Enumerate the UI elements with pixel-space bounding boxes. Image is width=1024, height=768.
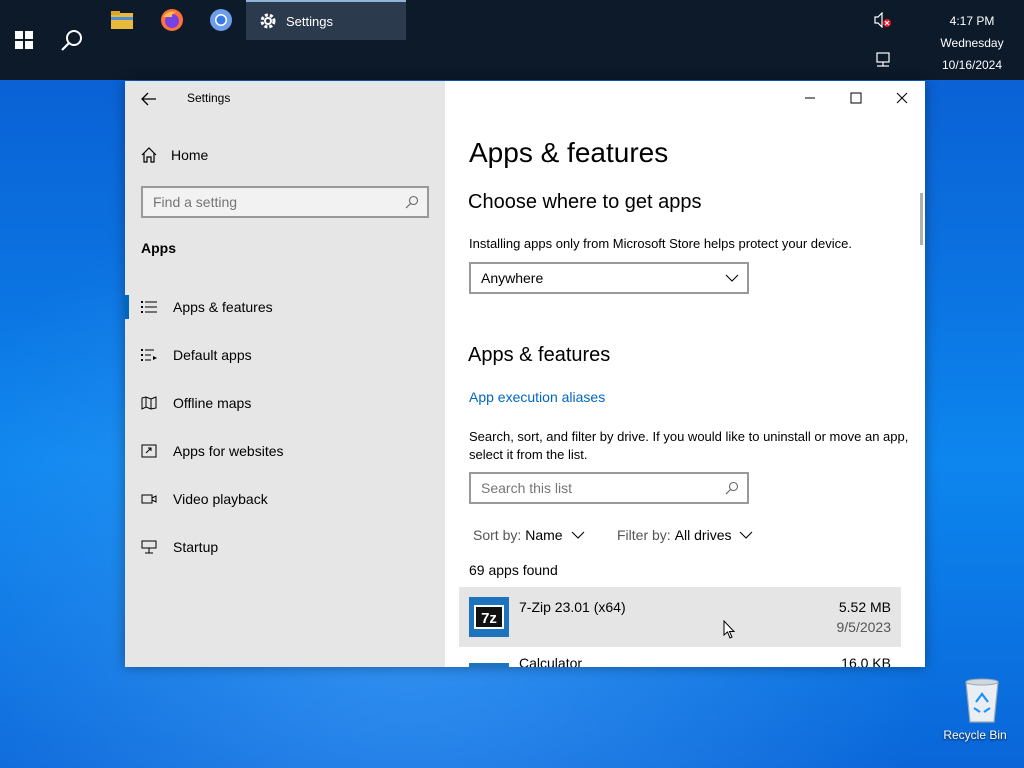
back-arrow-icon [141, 92, 156, 106]
app-list-item[interactable]: Calculator 16.0 KB [459, 653, 901, 667]
sort-by-value: Name [525, 527, 563, 543]
nav-section-apps: Apps [141, 240, 176, 256]
close-button[interactable] [879, 81, 925, 115]
taskbar-clock[interactable]: 4:17 PM Wednesday 10/16/2024 [932, 10, 1012, 76]
app-name: Calculator [519, 655, 583, 667]
start-button[interactable] [0, 20, 48, 60]
app-execution-aliases-link[interactable]: App execution aliases [469, 389, 605, 405]
nav-list: Apps & features Default apps Offline map… [125, 283, 445, 571]
open-link-icon [141, 444, 157, 458]
chromium-icon [210, 9, 232, 31]
search-list-box [469, 472, 749, 504]
app-size: 16.0 KB [841, 655, 891, 667]
sort-by-control[interactable]: Sort by: Name [473, 527, 585, 543]
home-icon [141, 147, 157, 163]
app-list-item[interactable]: 7z 7-Zip 23.01 (x64) 5.52 MB 9/5/2023 [459, 587, 901, 647]
nav-home[interactable]: Home [141, 143, 208, 167]
search-list-input[interactable] [481, 480, 711, 496]
nav-item-default-apps[interactable]: Default apps [125, 331, 445, 379]
window-controls [787, 81, 925, 115]
app-source-dropdown[interactable]: Anywhere [469, 262, 749, 294]
back-button[interactable] [135, 87, 163, 111]
find-setting-box [141, 186, 429, 218]
nav-item-label: Offline maps [173, 395, 252, 411]
chromium-button[interactable] [197, 0, 245, 40]
search-icon [61, 30, 82, 51]
nav-item-label: Apps for websites [173, 443, 284, 459]
nav-item-offline-maps[interactable]: Offline maps [125, 379, 445, 427]
svg-text:7z: 7z [481, 610, 497, 627]
clock-day: Wednesday [940, 36, 1004, 50]
firefox-icon [161, 9, 183, 31]
filter-by-control[interactable]: Filter by: All drives [617, 527, 753, 543]
taskbar-search-button[interactable] [48, 20, 96, 60]
volume-muted-icon [874, 11, 891, 29]
file-explorer-button[interactable] [98, 0, 146, 40]
maximize-icon [850, 92, 862, 104]
nav-item-label: Default apps [173, 347, 252, 363]
volume-muted-button[interactable] [874, 11, 892, 33]
search-icon [405, 195, 419, 209]
seven-zip-icon: 7z [469, 597, 509, 637]
app-date: 9/5/2023 [836, 619, 892, 635]
recycle-bin-desktop-icon[interactable]: Recycle Bin [940, 676, 1010, 746]
app-size: 5.52 MB [838, 599, 891, 615]
network-icon [876, 52, 890, 67]
network-button[interactable] [874, 52, 892, 73]
nav-item-apps-features[interactable]: Apps & features [125, 283, 445, 331]
maximize-button[interactable] [833, 81, 879, 115]
map-icon [141, 396, 157, 410]
minimize-button[interactable] [787, 81, 833, 115]
close-icon [896, 92, 908, 104]
filter-by-label: Filter by: [617, 527, 671, 543]
nav-item-label: Apps & features [173, 299, 273, 315]
recycle-bin-label: Recycle Bin [943, 728, 1007, 742]
chevron-down-icon [740, 531, 753, 539]
minimize-icon [805, 97, 815, 99]
apps-features-heading: Apps & features [468, 344, 611, 366]
search-icon [725, 481, 739, 495]
filter-by-value: All drives [674, 527, 732, 543]
clock-date: 10/16/2024 [941, 58, 1003, 72]
system-tray: 4:17 PM Wednesday 10/16/2024 [874, 0, 1024, 80]
default-list-icon [141, 349, 157, 361]
dropdown-value: Anywhere [481, 270, 544, 286]
calculator-icon [469, 663, 509, 667]
firefox-button[interactable] [148, 0, 196, 40]
nav-item-apps-websites[interactable]: Apps for websites [125, 427, 445, 475]
mouse-cursor-icon [723, 620, 736, 639]
settings-nav-pane: Settings Home Apps Apps & feature [125, 81, 445, 667]
nav-item-startup[interactable]: Startup [125, 523, 445, 571]
choose-where-heading: Choose where to get apps [468, 191, 702, 213]
search-description: Search, sort, and filter by drive. If yo… [469, 429, 909, 462]
chevron-down-icon [571, 531, 584, 539]
video-icon [141, 494, 157, 504]
find-setting-input[interactable] [153, 194, 393, 210]
page-title: Apps & features [469, 137, 669, 168]
settings-content-pane: Apps & features Choose where to get apps… [445, 81, 925, 667]
sort-by-label: Sort by: [473, 527, 522, 543]
taskbar: Settings 4:17 PM Wednesday 10/16/2024 [0, 0, 1024, 80]
startup-icon [141, 540, 157, 554]
gear-icon [260, 13, 276, 29]
window-title: Settings [187, 91, 231, 105]
settings-window: Settings Home Apps Apps & feature [125, 81, 925, 667]
nav-item-label: Video playback [173, 491, 268, 507]
nav-item-video-playback[interactable]: Video playback [125, 475, 445, 523]
folder-icon [111, 11, 133, 29]
settings-taskbar-button[interactable]: Settings [246, 0, 406, 40]
windows-logo-icon [15, 31, 33, 49]
app-name: 7-Zip 23.01 (x64) [519, 599, 626, 615]
clock-time: 4:17 PM [949, 14, 995, 28]
content-scrollbar[interactable] [920, 193, 923, 245]
nav-home-label: Home [171, 147, 209, 163]
choose-where-description: Installing apps only from Microsoft Stor… [469, 236, 852, 251]
list-icon [141, 301, 157, 313]
recycle-bin-icon [964, 678, 999, 723]
chevron-down-icon [725, 274, 739, 282]
apps-count: 69 apps found [469, 562, 558, 578]
settings-taskbar-label: Settings [286, 13, 333, 29]
nav-item-label: Startup [173, 539, 219, 555]
